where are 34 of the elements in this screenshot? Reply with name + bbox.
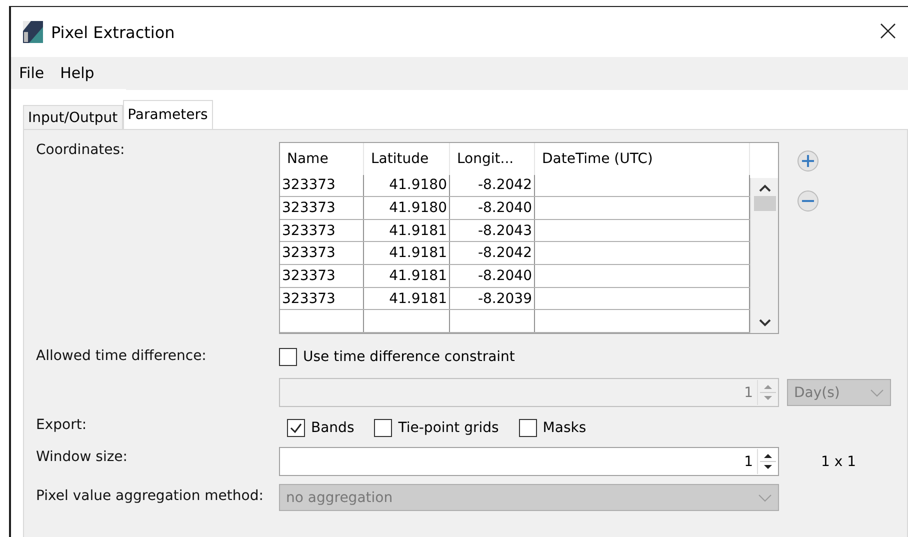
table-cell: 323373 [280, 174, 364, 196]
export-checkbox[interactable]: Bands [287, 419, 354, 437]
tab[interactable]: Input/Output [23, 105, 123, 129]
table-cell: 323373 [280, 220, 364, 242]
field-label: Export: [36, 417, 88, 435]
check-icon [289, 421, 303, 435]
checkbox[interactable] [518, 419, 537, 437]
scroll-down-icon[interactable] [758, 319, 771, 327]
add-icon[interactable] [797, 150, 819, 172]
menu-item[interactable]: File [11, 64, 52, 82]
field-label: Pixel value aggregation method: [36, 488, 264, 506]
spinner-arrows-icon[interactable] [757, 449, 778, 474]
field-label: Coordinates: [36, 142, 126, 160]
table-cell: 323373 [280, 288, 364, 310]
export-checkbox[interactable]: Masks [518, 419, 586, 437]
checkbox[interactable] [374, 419, 392, 437]
field-label: Window size: [36, 449, 129, 467]
table-cell: 323373 [280, 242, 364, 264]
chevron-down-icon [870, 388, 884, 396]
table-cell: 323373 [280, 197, 364, 219]
window-title: Pixel Extraction [51, 22, 176, 42]
table-cell: 323373 [280, 265, 364, 287]
chevron-down-icon [758, 494, 772, 502]
export-checkbox[interactable]: Tie-point grids [374, 419, 499, 437]
scrollbar-thumb[interactable] [754, 196, 776, 211]
field-label: Allowed time difference: [36, 348, 208, 366]
tab[interactable]: Parameters [122, 100, 213, 129]
checkbox[interactable] [287, 419, 305, 437]
app-logo-icon [23, 21, 43, 43]
menu-item[interactable]: Help [52, 64, 102, 82]
scroll-up-icon[interactable] [758, 184, 771, 192]
window-size-spinner[interactable]: 1 [279, 447, 779, 476]
window-size-reading: 1 x 1 [820, 452, 857, 472]
remove-icon[interactable] [797, 190, 819, 212]
